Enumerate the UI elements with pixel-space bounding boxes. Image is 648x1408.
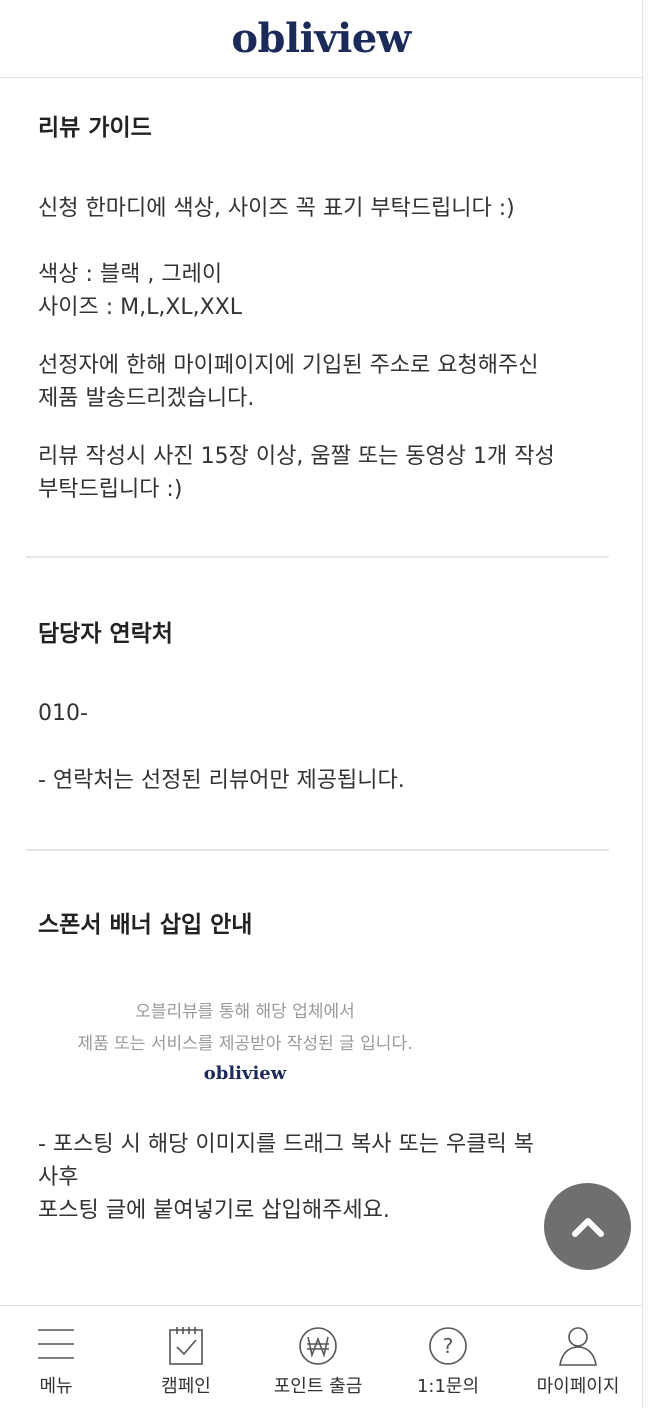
scroll-to-top-button[interactable] — [544, 1183, 631, 1270]
review-guide-title-wrap: 리뷰 가이드 — [38, 108, 608, 142]
calendar-check-icon — [169, 1327, 203, 1365]
nav-item-mypage[interactable]: 마이페이지 — [526, 1306, 630, 1408]
menu-icon — [38, 1329, 74, 1359]
bottom-navigation: 메뉴 캠페인 포인트 출금 ? 1:1문의 마이페이지 — [0, 1305, 642, 1408]
guide-paragraph-requirements: 리뷰 작성시 사진 15장 이상, 움짤 또는 동영상 1개 작성 부탁드립니다… — [38, 440, 608, 506]
contact-note: - 연락처는 선정된 리뷰어만 제공됩니다. — [38, 768, 405, 793]
svg-text:?: ? — [443, 1334, 454, 1358]
guide-line: 사이즈 : M,L,XL,XXL — [38, 295, 243, 320]
sponsor-banner-image[interactable]: 오블리뷰를 통해 해당 업체에서 제품 또는 서비스를 제공받아 작성된 글 입… — [30, 996, 460, 1091]
guide-paragraph-shipping: 선정자에 한해 마이페이지에 기입된 주소로 요청해주신 제품 발송드리겠습니다… — [38, 349, 608, 415]
nav-label-mypage: 마이페이지 — [536, 1376, 620, 1397]
nav-item-campaign[interactable]: 캠페인 — [136, 1306, 236, 1408]
guide-line: 선정자에 한해 마이페이지에 기입된 주소로 요청해주신 — [38, 353, 539, 378]
guide-line: 리뷰 작성시 사진 15장 이상, 움짤 또는 동영상 1개 작성 — [38, 444, 555, 469]
chevron-up-icon — [571, 1217, 604, 1237]
nav-label-menu: 메뉴 — [39, 1376, 73, 1397]
nav-label-campaign: 캠페인 — [161, 1376, 211, 1397]
guide-paragraph-options: 색상 : 블랙 , 그레이 사이즈 : M,L,XL,XXL — [38, 258, 608, 324]
question-icon: ? — [429, 1327, 467, 1365]
user-icon — [559, 1327, 597, 1366]
guide-line: 색상 : 블랙 , 그레이 — [38, 262, 223, 287]
banner-line-2: 제품 또는 서비스를 제공받아 작성된 글 입니다. — [77, 1034, 413, 1054]
nav-label-point-withdraw: 포인트 출금 — [273, 1376, 363, 1397]
contact-title-wrap: 담당자 연락처 — [38, 614, 608, 648]
banner-line-1: 오블리뷰를 통해 해당 업체에서 — [135, 1002, 355, 1022]
sponsor-title-wrap: 스폰서 배너 삽입 안내 — [38, 905, 608, 939]
nav-item-inquiry[interactable]: ? 1:1문의 — [398, 1306, 498, 1408]
section-divider — [26, 556, 609, 558]
brand-logo[interactable]: obliview — [231, 15, 411, 62]
instruction-line: 포스팅 글에 붙여넣기로 삽입해주세요. — [38, 1198, 390, 1223]
review-guide-title: 리뷰 가이드 — [38, 115, 152, 141]
instruction-line: - 포스팅 시 해당 이미지를 드래그 복사 또는 우클릭 복 — [38, 1132, 534, 1157]
nav-item-point-withdraw[interactable]: 포인트 출금 — [262, 1306, 374, 1408]
won-coin-icon — [299, 1327, 337, 1365]
instruction-line: 사후 — [38, 1165, 79, 1190]
scrollbar-track — [642, 0, 648, 1408]
contact-phone: 010- — [38, 701, 88, 726]
guide-paragraph-request: 신청 한마디에 색상, 사이즈 꼭 표기 부탁드립니다 :) — [38, 192, 608, 225]
top-header: obliview — [0, 0, 642, 78]
guide-line: 제품 발송드리겠습니다. — [38, 386, 255, 411]
nav-label-inquiry: 1:1문의 — [416, 1376, 480, 1397]
section-divider — [26, 849, 609, 851]
contact-title: 담당자 연락처 — [38, 621, 173, 647]
banner-logo: obliview — [203, 1063, 287, 1084]
sponsor-title: 스폰서 배너 삽입 안내 — [38, 912, 253, 938]
sponsor-instructions: - 포스팅 시 해당 이미지를 드래그 복사 또는 우클릭 복 사후 포스팅 글… — [38, 1128, 608, 1227]
review-guide-body: 신청 한마디에 색상, 사이즈 꼭 표기 부탁드립니다 :) 색상 : 블랙 ,… — [38, 192, 608, 506]
nav-item-menu[interactable]: 메뉴 — [6, 1306, 106, 1408]
guide-line: 부탁드립니다 :) — [38, 477, 183, 502]
guide-line: 신청 한마디에 색상, 사이즈 꼭 표기 부탁드립니다 :) — [38, 196, 515, 221]
